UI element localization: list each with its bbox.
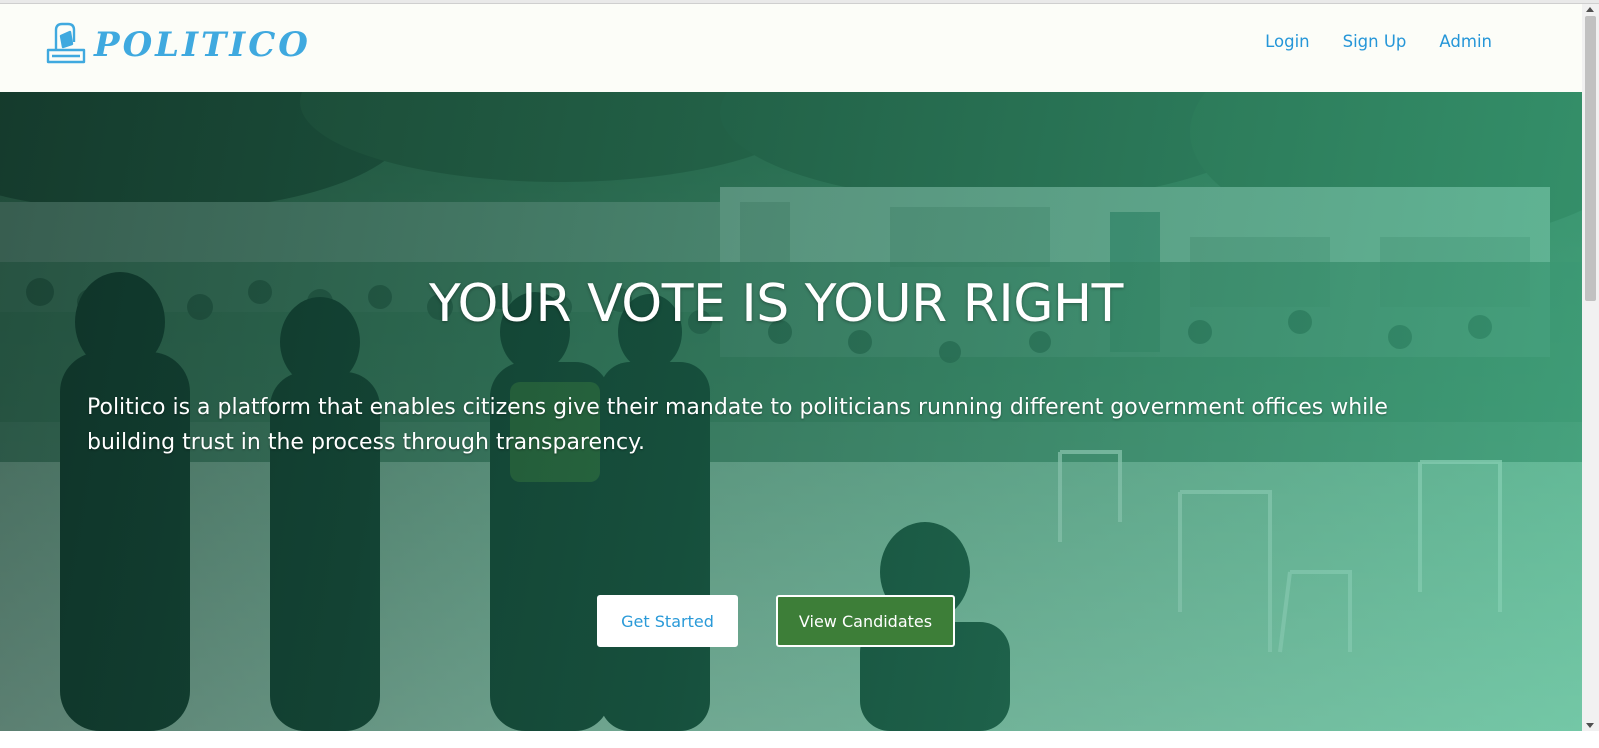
hero-description: Politico is a platform that enables citi… — [87, 395, 1388, 455]
brand-name: POLITICO — [94, 25, 311, 65]
hero-title: YOUR VOTE IS YOUR RIGHT — [429, 274, 1123, 334]
main-nav: Login Sign Up Admin — [1265, 32, 1492, 51]
view-candidates-button[interactable]: View Candidates — [776, 595, 955, 647]
scroll-down-arrow-icon[interactable] — [1586, 723, 1594, 728]
brand-logo[interactable]: POLITICO — [44, 20, 311, 70]
scrollbar-thumb[interactable] — [1585, 16, 1596, 301]
ballot-box-icon — [44, 20, 90, 70]
scroll-up-arrow-icon[interactable] — [1586, 7, 1594, 12]
nav-signup-link[interactable]: Sign Up — [1343, 32, 1407, 51]
nav-login-link[interactable]: Login — [1265, 32, 1310, 51]
page-bottom-edge — [0, 731, 1599, 748]
vertical-scrollbar[interactable] — [1582, 4, 1599, 731]
hero-section: YOUR VOTE IS YOUR RIGHT Politico is a pl… — [0, 92, 1582, 731]
nav-admin-link[interactable]: Admin — [1439, 32, 1492, 51]
get-started-button[interactable]: Get Started — [597, 595, 738, 647]
navbar: POLITICO Login Sign Up Admin — [0, 4, 1582, 92]
